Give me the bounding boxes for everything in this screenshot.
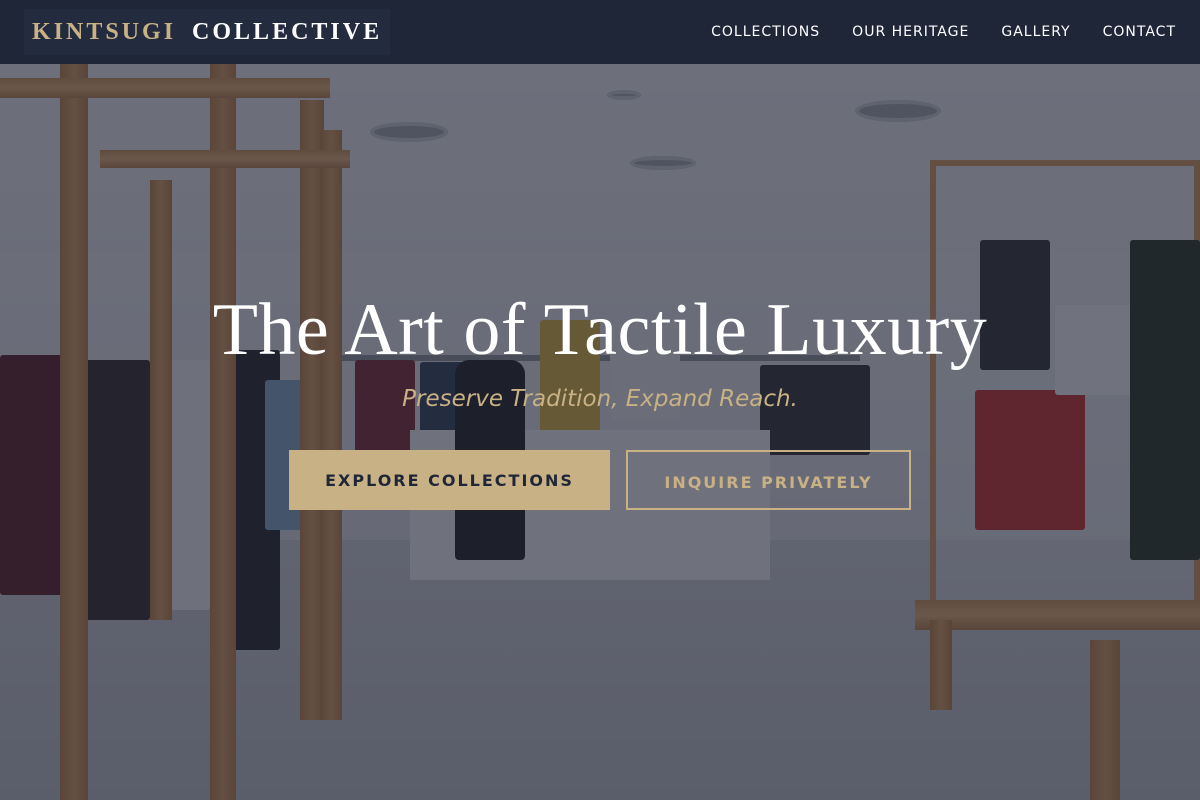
cta-button-group: EXPLORE COLLECTIONS INQUIRE PRIVATELY	[289, 450, 911, 510]
inquire-privately-button[interactable]: INQUIRE PRIVATELY	[626, 450, 911, 510]
hero-subtitle: Preserve Tradition, Expand Reach.	[402, 386, 798, 412]
explore-collections-button[interactable]: EXPLORE COLLECTIONS	[289, 450, 610, 510]
hero-title: The Art of Tactile Luxury	[212, 289, 988, 371]
hero-section: The Art of Tactile Luxury Preserve Tradi…	[0, 0, 1200, 800]
